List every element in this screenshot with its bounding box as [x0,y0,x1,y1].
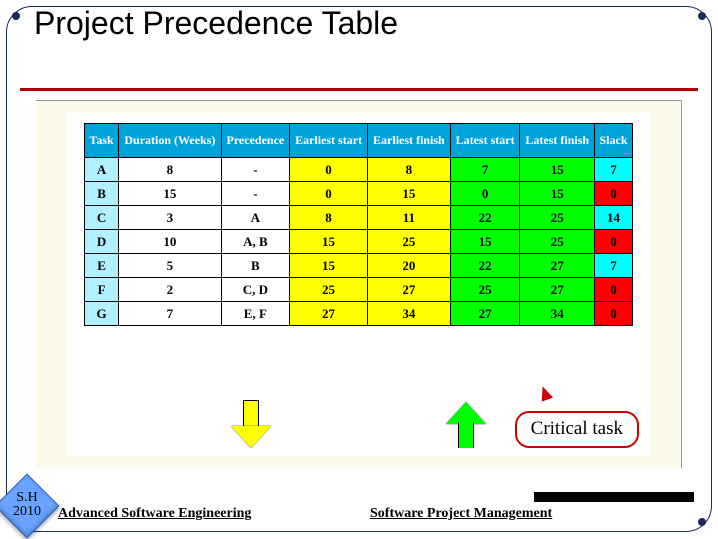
table-row: G7E, F273427340 [85,302,633,326]
cell: 10 [119,230,222,254]
cell: 15 [368,182,451,206]
cell: 15 [450,230,520,254]
callout-pointer [537,384,553,401]
col-header: Slack [594,124,632,158]
cell: G [85,302,119,326]
cell: 15 [290,254,368,278]
table-row: F2C, D252725270 [85,278,633,302]
col-header: Earliest start [290,124,368,158]
col-header: Earliest finish [368,124,451,158]
cell: 8 [290,206,368,230]
cell: 15 [520,158,595,182]
precedence-table: TaskDuration (Weeks)PrecedenceEarliest s… [84,123,633,326]
col-header: Latest finish [520,124,595,158]
cell: 27 [450,302,520,326]
critical-task-callout: Critical task [515,411,639,448]
footer-left-text: Advanced Software Engineering [58,506,251,522]
table-row: D10A, B152515250 [85,230,633,254]
cell: 8 [368,158,451,182]
table-row: A8-087157 [85,158,633,182]
corner-dot [12,12,20,20]
cell: F [85,278,119,302]
table-row: C3A811222514 [85,206,633,230]
cell: 0 [290,158,368,182]
table-row: B15-0150150 [85,182,633,206]
col-header: Task [85,124,119,158]
cell: 27 [368,278,451,302]
cell: 15 [290,230,368,254]
cell: 7 [450,158,520,182]
cell: 8 [119,158,222,182]
cell: - [221,158,289,182]
cell: D [85,230,119,254]
cell: 0 [594,278,632,302]
cell: 22 [450,206,520,230]
cell: 25 [520,206,595,230]
cell: E [85,254,119,278]
table-row: E5B152022277 [85,254,633,278]
cell: 3 [119,206,222,230]
cell: 0 [594,302,632,326]
cell: 15 [119,182,222,206]
cell: 25 [450,278,520,302]
cell: 7 [119,302,222,326]
badge-line1: S.H [16,490,37,505]
cell: 0 [450,182,520,206]
cell: 34 [520,302,595,326]
col-header: Precedence [221,124,289,158]
cell: 15 [520,182,595,206]
col-header: Latest start [450,124,520,158]
footer-bar [534,492,694,502]
footer-right-text: Software Project Management [370,506,552,522]
cell: 2 [119,278,222,302]
cell: 27 [290,302,368,326]
cell: 22 [450,254,520,278]
cell: 27 [520,278,595,302]
cell: 25 [290,278,368,302]
cell: 0 [594,230,632,254]
title-divider [20,88,698,91]
table-container: TaskDuration (Weeks)PrecedenceEarliest s… [66,113,651,456]
cell: B [85,182,119,206]
cell: 34 [368,302,451,326]
cell: A [221,206,289,230]
content-area: TaskDuration (Weeks)PrecedenceEarliest s… [36,100,682,468]
page-title: Project Precedence Table [34,6,398,41]
cell: 7 [594,254,632,278]
cell: 7 [594,158,632,182]
badge-line2: 2010 [13,504,41,519]
cell: 14 [594,206,632,230]
cell: 11 [368,206,451,230]
cell: E, F [221,302,289,326]
corner-dot [698,12,706,20]
cell: 0 [594,182,632,206]
cell: 25 [368,230,451,254]
cell: A, B [221,230,289,254]
arrow-up-icon [446,402,486,450]
cell: 0 [290,182,368,206]
cell: B [221,254,289,278]
cell: A [85,158,119,182]
cell: 20 [368,254,451,278]
footer: S.H 2010 Advanced Software Engineering S… [0,486,718,526]
author-badge-text: S.H 2010 [7,491,47,520]
col-header: Duration (Weeks) [119,124,222,158]
cell: - [221,182,289,206]
arrow-down-icon [231,402,271,450]
cell: C, D [221,278,289,302]
cell: 25 [520,230,595,254]
cell: 5 [119,254,222,278]
cell: C [85,206,119,230]
cell: 27 [520,254,595,278]
